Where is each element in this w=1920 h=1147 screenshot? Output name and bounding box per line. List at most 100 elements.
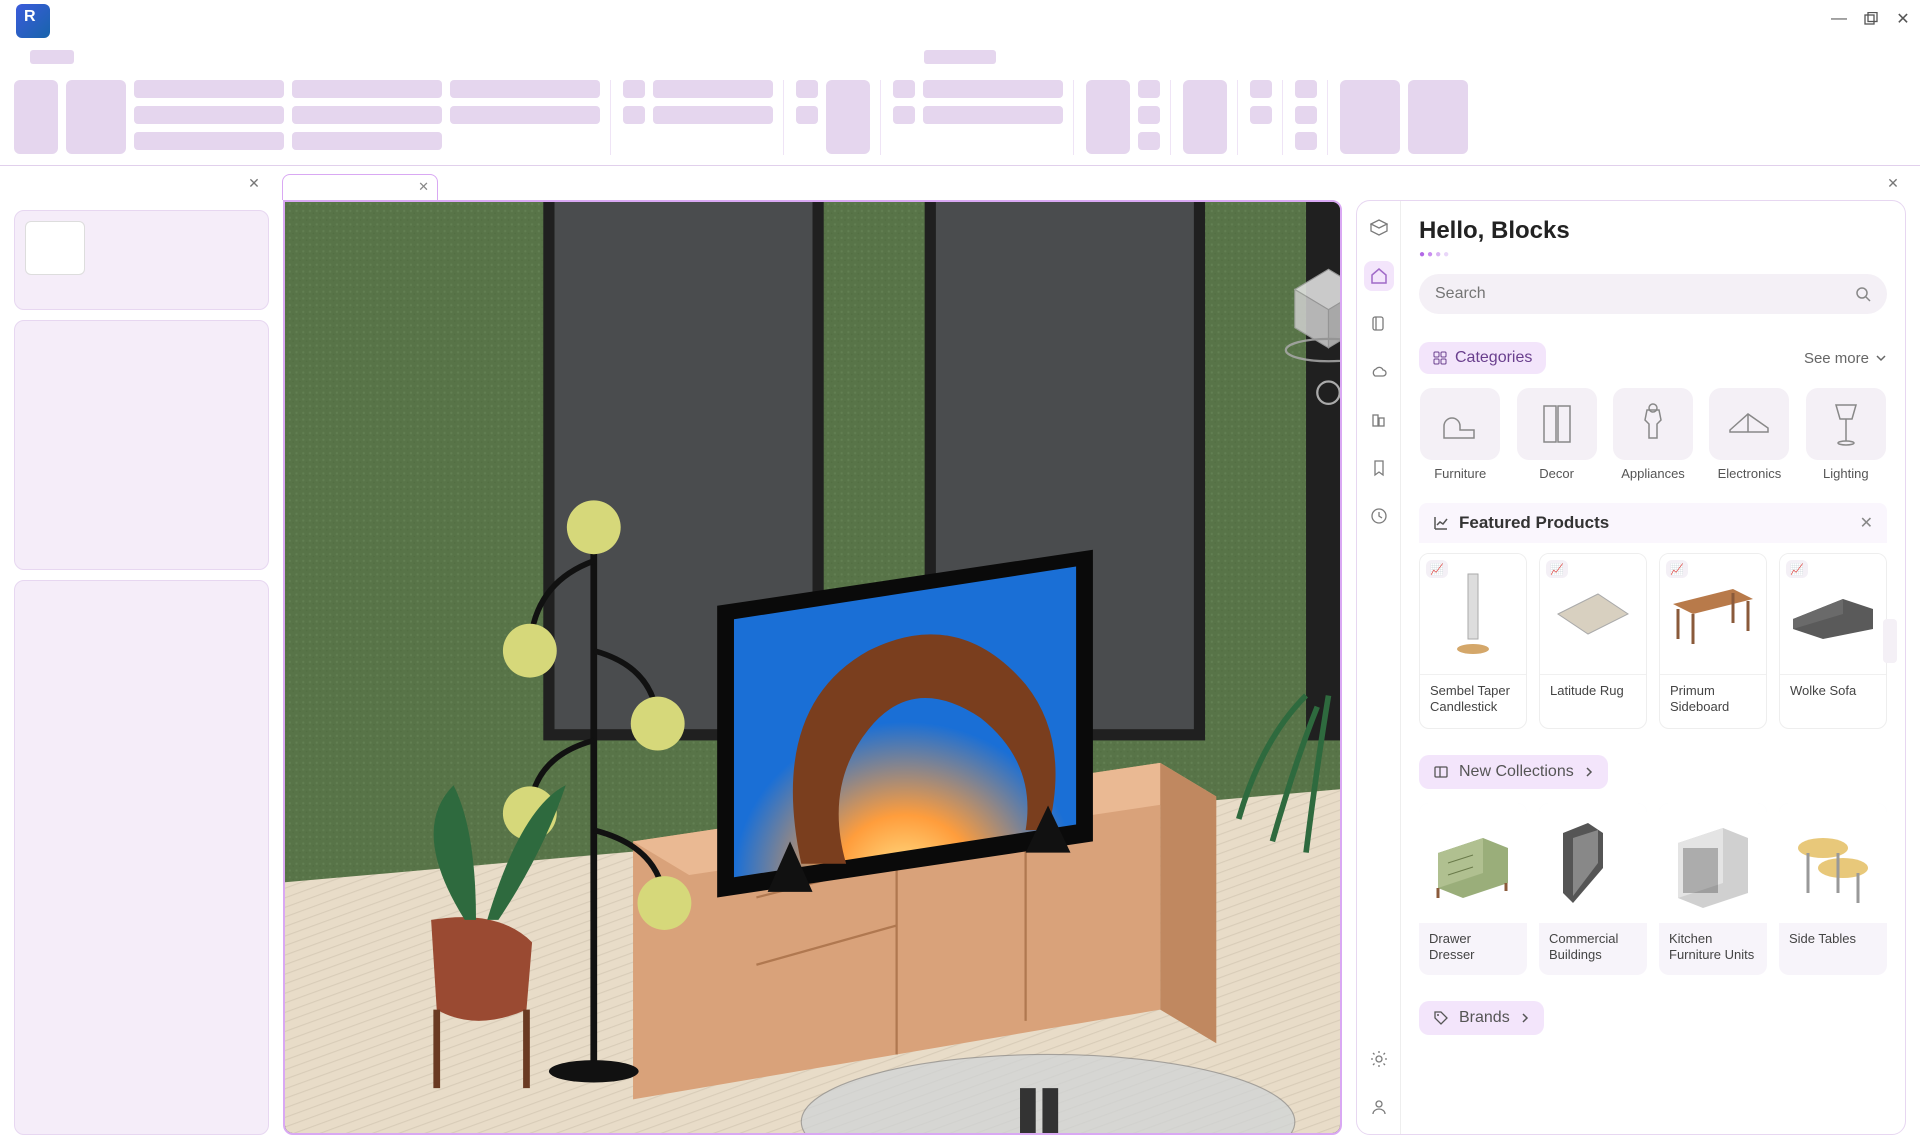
ribbon-button-placeholder[interactable] [1250, 106, 1272, 124]
ribbon-button-placeholder[interactable] [796, 80, 818, 98]
ribbon-button-placeholder[interactable] [826, 80, 870, 154]
trending-icon: 📈 [1546, 560, 1568, 578]
ribbon-button-placeholder[interactable] [14, 80, 58, 154]
ribbon-button-placeholder[interactable] [1340, 80, 1400, 154]
panel-content: Hello, Blocks ●●●● Categories See more [1401, 201, 1905, 1134]
scroll-right-button[interactable] [1883, 619, 1897, 663]
gear-icon[interactable] [1364, 1044, 1394, 1074]
search-icon[interactable] [1855, 286, 1871, 302]
ribbon-button-placeholder[interactable] [1138, 80, 1160, 98]
collection-card[interactable]: Drawer Dresser [1419, 803, 1527, 976]
category-tile-electronics[interactable] [1709, 388, 1789, 460]
panel-title: Hello, Blocks [1419, 217, 1887, 245]
ribbon-button-placeholder[interactable] [292, 106, 442, 124]
user-icon[interactable] [1364, 1092, 1394, 1122]
view-tabbar: ✕ [283, 174, 1342, 200]
ribbon-button-placeholder[interactable] [1183, 80, 1227, 154]
ribbon-button-placeholder[interactable] [450, 106, 600, 124]
featured-label: Featured Products [1459, 513, 1609, 533]
chevron-right-icon [1520, 1013, 1530, 1023]
category-tile-decor[interactable] [1517, 388, 1597, 460]
ribbon-button-placeholder[interactable] [923, 106, 1063, 124]
collection-card[interactable]: Commercial Buildings [1539, 803, 1647, 976]
product-card[interactable]: 📈 Sembel Taper Candlestick [1419, 553, 1527, 729]
close-panel-icon[interactable]: ✕ [1884, 174, 1902, 192]
categories-chip[interactable]: Categories [1419, 342, 1546, 374]
new-collections-chip[interactable]: New Collections [1419, 755, 1608, 789]
ribbon-button-placeholder[interactable] [1295, 80, 1317, 98]
ribbon-button-placeholder[interactable] [1295, 106, 1317, 124]
close-window-button[interactable]: ✕ [1894, 10, 1912, 28]
view-tab[interactable]: ✕ [282, 174, 438, 200]
trending-icon: 📈 [1426, 560, 1448, 578]
ribbon-button-placeholder[interactable] [1086, 80, 1130, 154]
thumbnail-placeholder[interactable] [25, 221, 85, 275]
panel-rail [1357, 201, 1401, 1134]
ribbon-button-placeholder[interactable] [1295, 132, 1317, 150]
cube-icon[interactable] [1364, 213, 1394, 243]
product-label: Latitude Rug [1540, 674, 1646, 711]
category-tile-lighting[interactable] [1806, 388, 1886, 460]
collection-label: Commercial Buildings [1539, 923, 1647, 976]
chevron-right-icon [1584, 767, 1594, 777]
new-collections-label: New Collections [1459, 763, 1574, 781]
ribbon-button-placeholder[interactable] [450, 80, 600, 98]
ribbon-button-placeholder[interactable] [623, 106, 645, 124]
building-icon[interactable] [1364, 405, 1394, 435]
scene-render [285, 202, 1340, 1133]
ribbon-button-placeholder[interactable] [623, 80, 645, 98]
ribbon-button-placeholder[interactable] [1250, 80, 1272, 98]
search-box[interactable] [1419, 274, 1887, 314]
minimize-button[interactable]: — [1830, 10, 1848, 28]
product-label: Primum Sideboard [1660, 674, 1766, 728]
collection-card[interactable]: Side Tables [1779, 803, 1887, 976]
product-card[interactable]: 📈 Latitude Rug [1539, 553, 1647, 729]
collection-card[interactable]: Kitchen Furniture Units [1659, 803, 1767, 976]
ribbon-button-placeholder[interactable] [292, 132, 442, 150]
close-featured-icon[interactable]: ✕ [1860, 513, 1873, 533]
ribbon-button-placeholder[interactable] [134, 106, 284, 124]
ribbon-button-placeholder[interactable] [292, 80, 442, 98]
brands-chip[interactable]: Brands [1419, 1001, 1544, 1035]
home-icon[interactable] [1364, 261, 1394, 291]
ribbon-button-placeholder[interactable] [66, 80, 126, 154]
maximize-button[interactable] [1862, 10, 1880, 28]
ribbon-button-placeholder[interactable] [1408, 80, 1468, 154]
ribbon-button-placeholder[interactable] [893, 106, 915, 124]
featured-header: Featured Products ✕ [1419, 503, 1887, 543]
bookmark-icon[interactable] [1364, 453, 1394, 483]
product-card[interactable]: 📈 Primum Sideboard [1659, 553, 1767, 729]
collection-label: Drawer Dresser [1419, 923, 1527, 976]
history-icon[interactable] [1364, 501, 1394, 531]
ribbon-button-placeholder[interactable] [653, 80, 773, 98]
see-more-link[interactable]: See more [1804, 350, 1887, 367]
ribbon-tab-placeholder[interactable] [924, 50, 996, 64]
category-label: Furniture [1434, 466, 1486, 481]
ribbon-button-placeholder[interactable] [1138, 106, 1160, 124]
ribbon-tab-placeholder[interactable] [30, 50, 74, 64]
search-input[interactable] [1435, 285, 1845, 303]
ribbon [0, 72, 1920, 166]
left-panel-section [14, 320, 269, 570]
category-label: Lighting [1823, 466, 1869, 481]
ribbon-button-placeholder[interactable] [893, 80, 915, 98]
3d-viewport[interactable] [283, 200, 1342, 1135]
category-tile-appliances[interactable] [1613, 388, 1693, 460]
category-tile-furniture[interactable] [1420, 388, 1500, 460]
categories-label: Categories [1455, 349, 1532, 367]
cloud-icon[interactable] [1364, 357, 1394, 387]
chevron-down-icon [1875, 352, 1887, 364]
ribbon-button-placeholder[interactable] [134, 80, 284, 98]
close-icon[interactable]: ✕ [245, 174, 263, 192]
close-icon[interactable]: ✕ [418, 179, 429, 195]
layers-icon[interactable] [1364, 309, 1394, 339]
trending-icon: 📈 [1666, 560, 1688, 578]
ribbon-button-placeholder[interactable] [134, 132, 284, 150]
collection-label: Kitchen Furniture Units [1659, 923, 1767, 976]
right-panel: ✕ Hello, Blocks ●●●● [1356, 174, 1906, 1135]
ribbon-button-placeholder[interactable] [796, 106, 818, 124]
ribbon-button-placeholder[interactable] [923, 80, 1063, 98]
ribbon-button-placeholder[interactable] [653, 106, 773, 124]
product-card[interactable]: 📈 Wolke Sofa [1779, 553, 1887, 729]
ribbon-button-placeholder[interactable] [1138, 132, 1160, 150]
